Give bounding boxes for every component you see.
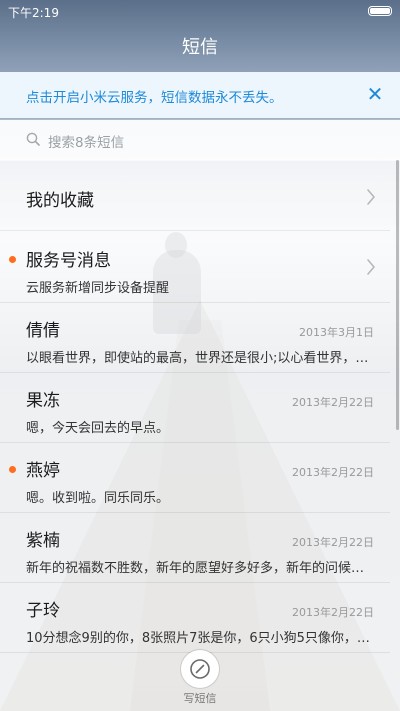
search-icon	[26, 132, 40, 146]
cloud-service-banner-text[interactable]: 点击开启小米云服务，短信数据永不丢失。	[26, 86, 283, 106]
list-item-subtitle: 10分想念9别的你，8张照片7张是你，6只小狗5只像你，4…	[26, 631, 376, 646]
search-input[interactable]: 搜索8条短信	[48, 131, 124, 151]
compose-icon	[190, 659, 210, 679]
conversation-list: 我的收藏 服务号消息 云服务新增同步设备提醒 倩倩 2013年3月1日 以眼看世…	[0, 160, 400, 711]
list-item-time: 2013年3月1日	[299, 326, 374, 339]
list-item-subtitle: 以眼看世界，即使站的最高，世界还是很小;以心看世界，…	[26, 351, 369, 366]
list-item-title: 子玲	[26, 601, 60, 621]
list-item-conversation[interactable]: 果冻 2013年2月22日 嗯，今天会回去的早点。	[0, 372, 390, 443]
app-ui: 下午2:19 短信 点击开启小米云服务，短信数据永不丢失。 ✕ 搜索8条短信 我…	[0, 0, 400, 711]
list-item-time: 2013年2月22日	[292, 396, 374, 409]
list-item-conversation[interactable]: 倩倩 2013年3月1日 以眼看世界，即使站的最高，世界还是很小;以心看世界，…	[0, 302, 390, 373]
list-item-subtitle: 云服务新增同步设备提醒	[26, 281, 170, 296]
list-item-title: 燕婷	[26, 461, 60, 481]
cloud-service-banner[interactable]: 点击开启小米云服务，短信数据永不丢失。 ✕	[0, 72, 400, 118]
compose-label: 写短信	[183, 692, 217, 705]
list-item-conversation[interactable]: 子玲 2013年2月22日 10分想念9别的你，8张照片7张是你，6只小狗5只像…	[0, 582, 390, 653]
status-time: 下午2:19	[8, 6, 59, 20]
list-item-title: 倩倩	[26, 321, 60, 341]
unread-dot	[9, 466, 16, 473]
list-item-subtitle: 嗯。收到啦。同乐同乐。	[26, 491, 170, 506]
list-item-time: 2013年2月22日	[292, 606, 374, 619]
battery-icon	[368, 6, 392, 16]
list-item-time: 2013年2月22日	[292, 536, 374, 549]
list-item-conversation[interactable]: 紫楠 2013年2月22日 新年的祝福数不胜数，新年的愿望好多好多，新年的问候…	[0, 512, 390, 583]
list-item-title: 我的收藏	[26, 191, 94, 211]
list-item-service-messages[interactable]: 服务号消息 云服务新增同步设备提醒	[0, 232, 390, 303]
close-icon[interactable]: ✕	[364, 83, 386, 105]
search-bar[interactable]: 搜索8条短信	[0, 120, 400, 161]
chevron-right-icon	[367, 189, 375, 205]
title-bar: 短信	[0, 26, 400, 70]
list-item-subtitle: 新年的祝福数不胜数，新年的愿望好多好多，新年的问候…	[26, 561, 365, 576]
compose-button[interactable]	[181, 650, 219, 688]
page-title: 短信	[182, 37, 218, 58]
list-item-conversation[interactable]: 燕婷 2013年2月22日 嗯。收到啦。同乐同乐。	[0, 442, 390, 513]
list-item-title: 果冻	[26, 391, 60, 411]
list-item-subtitle: 嗯，今天会回去的早点。	[26, 421, 170, 436]
list-item-favorites[interactable]: 我的收藏	[0, 160, 390, 231]
scrollbar[interactable]	[396, 160, 399, 430]
list-item-title: 服务号消息	[26, 251, 111, 271]
status-bar: 下午2:19	[0, 0, 400, 22]
chevron-right-icon	[367, 259, 375, 275]
unread-dot	[9, 256, 16, 263]
list-item-time: 2013年2月22日	[292, 466, 374, 479]
list-item-title: 紫楠	[26, 531, 60, 551]
